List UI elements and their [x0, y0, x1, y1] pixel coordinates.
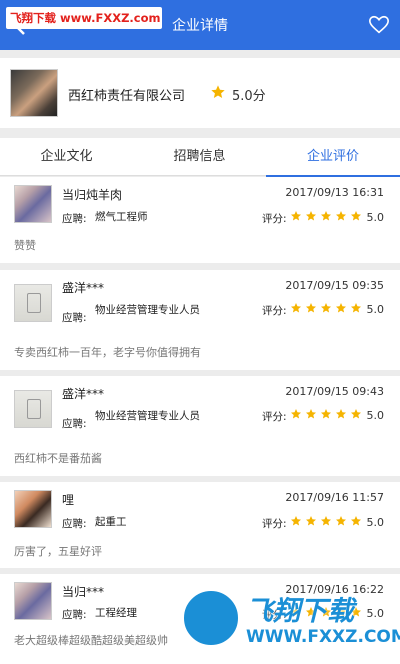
- star-icon: [291, 409, 301, 419]
- star-icon: [321, 409, 331, 419]
- review-item[interactable]: 盛洋*** 2017/09/15 09:35 应聘: 物业经营管理专业人员 评分…: [0, 270, 400, 370]
- review-time: 2017/09/13 16:31: [285, 186, 384, 199]
- star-icon: [211, 85, 225, 98]
- review-time: 2017/09/16 11:57: [285, 491, 384, 504]
- job-label: 应聘:: [62, 609, 87, 621]
- rating-label: 评分:: [262, 213, 287, 225]
- company-card: 西红柿责任有限公司 5.0分: [0, 58, 400, 128]
- company-logo: [10, 69, 58, 117]
- company-score: 5.0分: [232, 89, 266, 104]
- heart-outline-icon: [369, 15, 389, 34]
- avatar: [14, 490, 52, 528]
- rating-label: 评分:: [262, 305, 287, 317]
- reviewer-name: 盛洋***: [62, 387, 105, 401]
- rating-label: 评分:: [262, 411, 287, 423]
- job-label: 应聘:: [62, 518, 87, 530]
- tab-reviews-label: 企业评价: [306, 149, 359, 164]
- job-title: 物业经营管理专业人员: [95, 304, 200, 316]
- avatar: [14, 284, 52, 322]
- star-icon: [321, 211, 331, 221]
- star-rating: [290, 408, 362, 422]
- star-icon: [336, 516, 346, 526]
- star-icon: [321, 516, 331, 526]
- avatar: [14, 582, 52, 620]
- star-icon: [306, 303, 316, 313]
- app-header: 飞翔下载 www.FXXZ.com 企业详情: [0, 0, 400, 50]
- star-icon: [306, 516, 316, 526]
- tab-bar: 企业文化 招聘信息 企业评价: [0, 138, 400, 177]
- star-icon: [336, 211, 346, 221]
- job-label: 应聘:: [62, 418, 87, 430]
- reviewer-name: 盛洋***: [62, 281, 105, 295]
- star-icon: [306, 409, 316, 419]
- rating-value: 5.0: [366, 409, 385, 422]
- star-icon: [306, 211, 316, 221]
- review-comment: 专卖西红柿一百年，老字号你值得拥有: [14, 346, 201, 359]
- rating-value: 5.0: [366, 211, 385, 224]
- review-comment: 老大超级棒超级酷超级美超级帅: [14, 634, 168, 647]
- page-title: 企业详情: [172, 18, 228, 34]
- star-rating: [290, 302, 362, 316]
- watermark-url: WWW.FXXZ.COM: [246, 627, 400, 647]
- avatar: [14, 185, 52, 223]
- watermark-big-text: 飞翔下载: [246, 596, 354, 627]
- rating-value: 5.0: [366, 303, 385, 316]
- star-icon: [351, 516, 361, 526]
- star-icon: [351, 409, 361, 419]
- job-label: 应聘:: [62, 213, 87, 225]
- tab-jobs[interactable]: 招聘信息: [133, 138, 266, 176]
- review-time: 2017/09/15 09:35: [285, 279, 384, 292]
- review-item[interactable]: 当归炖羊肉 2017/09/13 16:31 应聘: 燃气工程师 评分: 5.0…: [0, 177, 400, 263]
- reviewer-name: 当归***: [62, 585, 105, 599]
- star-icon: [291, 516, 301, 526]
- star-icon: [291, 303, 301, 313]
- star-icon: [336, 303, 346, 313]
- job-title: 物业经营管理专业人员: [95, 410, 200, 422]
- job-title: 燃气工程师: [95, 211, 148, 223]
- review-item[interactable]: 盛洋*** 2017/09/15 09:43 应聘: 物业经营管理专业人员 评分…: [0, 376, 400, 476]
- tab-culture[interactable]: 企业文化: [0, 138, 133, 176]
- star-icon: [291, 211, 301, 221]
- job-label: 应聘:: [62, 312, 87, 324]
- avatar: [14, 390, 52, 428]
- review-comment: 赞赞: [14, 239, 36, 252]
- reviewer-name: 当归炖羊肉: [62, 188, 123, 202]
- watermark-bottom: 飞翔下载 WWW.FXXZ.COM: [178, 587, 400, 664]
- tab-reviews[interactable]: 企业评价: [266, 138, 400, 177]
- star-icon: [351, 303, 361, 313]
- company-name: 西红柿责任有限公司: [68, 89, 186, 104]
- star-icon: [321, 303, 331, 313]
- star-rating: [290, 515, 362, 529]
- favorite-button[interactable]: [368, 14, 390, 36]
- review-comment: 西红柿不是番茄酱: [14, 452, 102, 465]
- rating-label: 评分:: [262, 518, 287, 530]
- watermark-logo-icon: [180, 587, 242, 649]
- review-time: 2017/09/15 09:43: [285, 385, 384, 398]
- review-comment: 厉害了，五星好评: [14, 545, 102, 558]
- reviewer-name: 哩: [62, 493, 75, 507]
- review-item[interactable]: 哩 2017/09/16 11:57 应聘: 起重工 评分: 5.0 厉害了，五…: [0, 482, 400, 568]
- rating-value: 5.0: [366, 516, 385, 529]
- job-title: 起重工: [95, 516, 127, 528]
- star-rating: [290, 210, 362, 224]
- star-icon: [336, 409, 346, 419]
- star-icon: [351, 211, 361, 221]
